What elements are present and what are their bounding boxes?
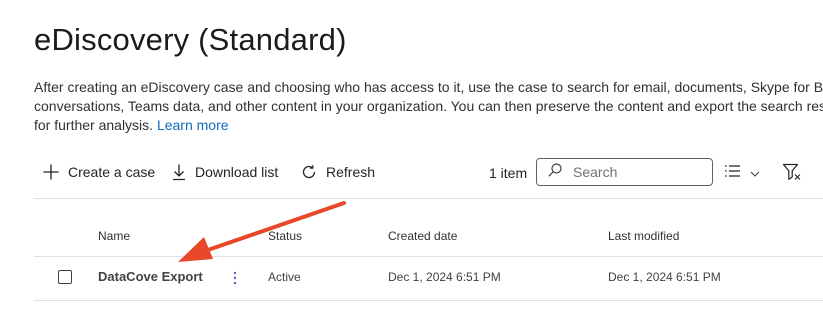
column-header-created[interactable]: Created date [388,229,457,243]
filter-icon [782,163,802,185]
search-input[interactable] [571,163,705,181]
create-case-button[interactable]: Create a case [42,159,155,185]
learn-more-link[interactable]: Learn more [157,117,229,133]
header-divider [34,256,823,257]
refresh-icon [300,163,318,181]
case-created-date: Dec 1, 2024 6:51 PM [388,270,501,284]
more-options-button[interactable] [232,270,238,291]
page-title: eDiscovery (Standard) [34,22,347,57]
download-icon [171,163,187,181]
column-header-status[interactable]: Status [268,229,302,243]
search-icon [547,162,563,183]
download-list-button[interactable]: Download list [171,159,278,185]
plus-icon [42,163,60,181]
description-line-3-text: for further analysis. [34,117,154,133]
column-header-modified[interactable]: Last modified [608,229,679,243]
list-view-icon [724,163,742,184]
column-header-name[interactable]: Name [98,229,130,243]
description-line-1: After creating an eDiscovery case and ch… [34,79,823,95]
toolbar-divider [34,198,823,199]
chevron-down-icon [750,165,760,183]
refresh-button[interactable]: Refresh [300,159,375,185]
filter-button[interactable] [782,163,802,186]
page-description: After creating an eDiscovery case and ch… [34,78,823,135]
refresh-label: Refresh [326,164,376,180]
description-line-2: conversations, Teams data, and other con… [34,98,823,114]
more-vertical-icon [232,271,238,290]
case-name-link[interactable]: DataCove Export [98,269,203,284]
item-count: 1 item [489,165,528,181]
case-status: Active [268,270,301,284]
case-last-modified: Dec 1, 2024 6:51 PM [608,270,721,284]
download-list-label: Download list [195,164,279,180]
search-box[interactable] [536,158,713,186]
row-checkbox[interactable] [58,270,72,284]
row-divider [34,300,823,301]
view-options-button[interactable] [724,163,760,184]
create-case-label: Create a case [68,164,156,180]
description-line-3: for further analysis. Learn more [34,116,823,135]
